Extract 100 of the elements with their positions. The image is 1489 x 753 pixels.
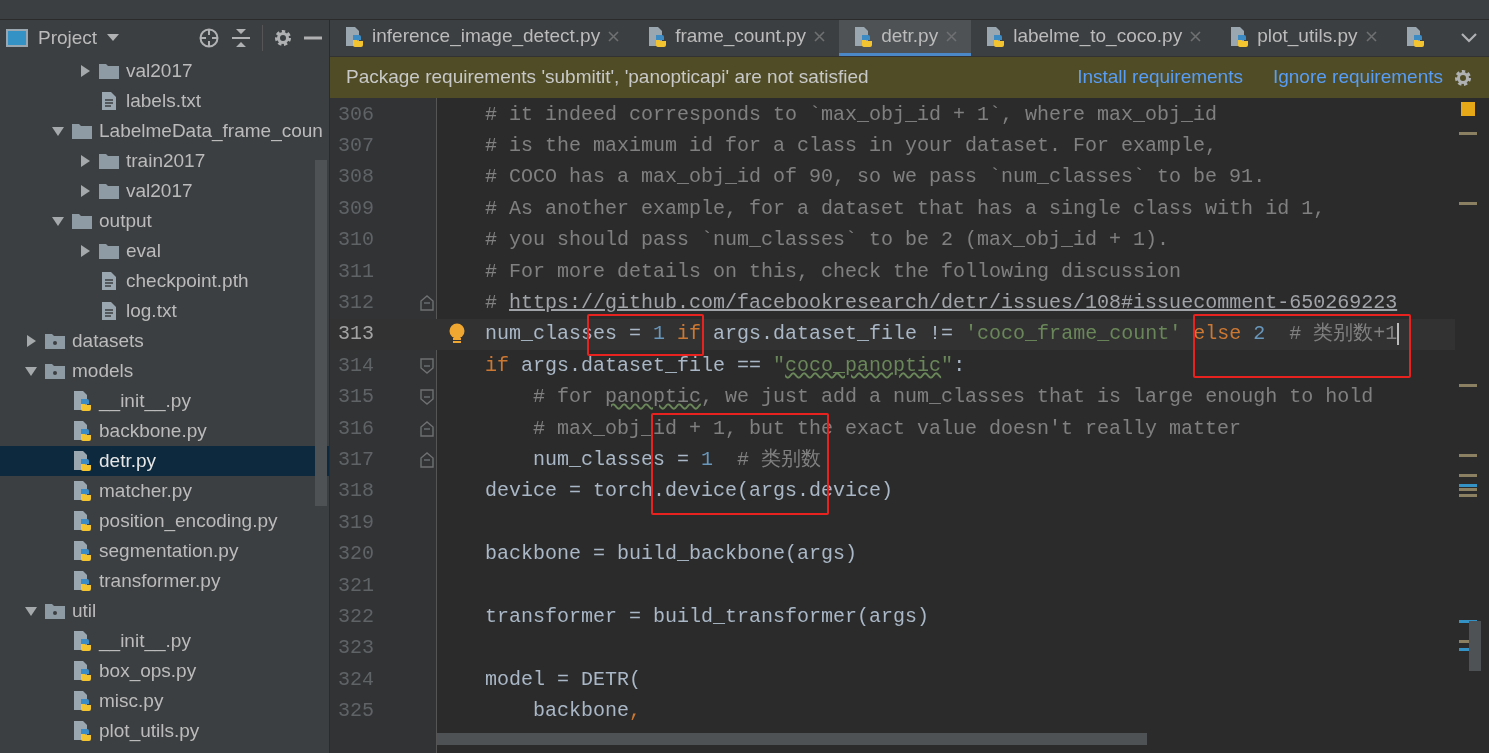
chevron-down-icon[interactable] (1461, 33, 1477, 43)
python-file-icon (72, 540, 92, 562)
project-window-icon (6, 29, 28, 47)
collapse-all-icon[interactable] (230, 27, 252, 49)
python-file-icon (853, 25, 874, 48)
code-line: # it indeed corresponds to `max_obj_id + 1`, where max_obj_id (485, 101, 1218, 128)
code-line: if args.dataset_file == "coco_panoptic": (485, 352, 966, 379)
tree-item[interactable]: misc.py (0, 686, 329, 716)
tree-item[interactable]: checkpoint.pth (0, 266, 329, 296)
collapsed-arrow-icon[interactable] (78, 244, 92, 258)
expanded-arrow-icon[interactable] (24, 364, 38, 378)
error-stripe-mark (1459, 384, 1477, 387)
tree-item[interactable]: eval (0, 236, 329, 266)
folder-icon (71, 212, 93, 230)
banner-link[interactable]: Ignore requirements (1272, 63, 1443, 92)
python-file-icon (1229, 25, 1250, 48)
code-line: backbone, (532, 698, 642, 725)
code-line: # For more details on this, check the following discussion (485, 258, 1182, 285)
code-line: backbone = build_backbone(args) (485, 541, 858, 568)
tree-item[interactable]: models (0, 356, 329, 386)
locate-icon[interactable] (198, 27, 220, 49)
editor-tab[interactable]: plot_utils.py (1215, 20, 1391, 56)
folder-icon (98, 182, 120, 200)
tree-item[interactable]: train2017 (0, 146, 329, 176)
fold-close-icon[interactable] (420, 420, 434, 437)
tree-item[interactable]: box_ops.py (0, 656, 329, 686)
python-file-icon (72, 630, 92, 652)
fold-close-icon[interactable] (420, 295, 434, 312)
error-stripe-mark (1459, 474, 1477, 477)
python-file-icon (72, 720, 92, 742)
settings-icon[interactable] (1453, 67, 1473, 88)
project-view-dropdown[interactable]: Project (38, 23, 120, 53)
error-stripe-mark (1459, 202, 1477, 205)
python-file-icon (72, 450, 92, 472)
package-folder-icon (44, 602, 66, 620)
expanded-arrow-icon[interactable] (51, 214, 65, 228)
python-file-icon (1404, 25, 1425, 48)
tree-item[interactable]: backbone.py (0, 416, 329, 446)
settings-icon[interactable] (273, 28, 293, 48)
expanded-arrow-icon[interactable] (51, 124, 65, 138)
tree-item[interactable]: position_encoding.py (0, 506, 329, 536)
warning-marker (1461, 102, 1475, 116)
code-line: # you should pass `num_classes` to be 2 (max_obj_id + 1). (485, 227, 1170, 254)
python-file-icon (72, 510, 92, 532)
error-stripe-mark (1459, 494, 1477, 497)
python-file-icon (72, 570, 92, 592)
error-stripe-mark (1459, 132, 1477, 135)
code-line: transformer = build_transformer(args) (485, 603, 930, 630)
line-number: 313 (338, 321, 374, 348)
tree-item[interactable]: plot_utils.py (0, 716, 329, 746)
editor-tab[interactable]: frame_count.py (633, 20, 840, 56)
python-file-icon (647, 25, 668, 48)
code-line: # As another example, for a dataset that has a single class with id 1, (485, 195, 1326, 222)
editor-tab[interactable]: detr.py (839, 20, 972, 56)
python-file-icon (72, 480, 92, 502)
collapsed-arrow-icon[interactable] (24, 334, 38, 348)
tree-item[interactable]: detr.py (0, 446, 329, 476)
tree-item[interactable]: LabelmeData_frame_coun (0, 116, 329, 146)
tree-item[interactable]: matcher.py (0, 476, 329, 506)
folder-icon (98, 152, 120, 170)
tree-item[interactable]: val2017 (0, 176, 329, 206)
folder-icon (98, 242, 120, 260)
expanded-arrow-icon[interactable] (24, 604, 38, 618)
collapsed-arrow-icon[interactable] (78, 184, 92, 198)
code-line: # https://github.com/facebookresearch/detr/issues/108#issuecomment-650269223 (485, 290, 1398, 317)
banner-link[interactable]: Install requirements (1077, 63, 1243, 92)
fold-open-icon[interactable] (420, 389, 434, 406)
tree-item[interactable]: __init__.py (0, 386, 329, 416)
lightbulb-icon[interactable] (448, 323, 466, 346)
tree-item[interactable]: transformer.py (0, 566, 329, 596)
fold-close-icon[interactable] (420, 452, 434, 468)
tree-item[interactable]: labels.txt (0, 86, 329, 116)
scrollbar-thumb[interactable] (315, 160, 327, 506)
editor-tab[interactable]: inference_image_detect.py (330, 20, 634, 56)
error-stripe-mark (1459, 454, 1477, 457)
tree-item[interactable]: datasets (0, 326, 329, 356)
scrollbar-thumb[interactable] (1469, 621, 1481, 671)
horizontal-scrollbar[interactable] (437, 733, 1147, 745)
tree-item[interactable]: output (0, 206, 329, 236)
folder-icon (71, 122, 93, 140)
tree-item[interactable]: log.txt (0, 296, 329, 326)
python-file-icon (72, 660, 92, 682)
fold-open-icon[interactable] (420, 357, 434, 374)
tree-item[interactable]: __init__.py (0, 626, 329, 656)
text-file-icon (101, 91, 117, 111)
text-file-icon (101, 271, 117, 291)
tree-item[interactable]: segmentation.py (0, 536, 329, 566)
caret-icon (107, 34, 120, 42)
package-folder-icon (44, 362, 66, 380)
tree-item[interactable]: val2017 (0, 56, 329, 86)
code-line: # for panoptic, we just add a num_classes that is large enough to hold (532, 384, 1374, 411)
python-file-icon (72, 690, 92, 712)
python-file-icon (985, 25, 1006, 48)
code-line: model = DETR( (485, 666, 642, 693)
python-file-icon (72, 390, 92, 412)
editor-tab[interactable]: labelme_to_coco.py (971, 20, 1216, 56)
package-folder-icon (44, 332, 66, 350)
tree-item[interactable]: util (0, 596, 329, 626)
collapsed-arrow-icon[interactable] (78, 64, 92, 78)
collapsed-arrow-icon[interactable] (78, 154, 92, 168)
